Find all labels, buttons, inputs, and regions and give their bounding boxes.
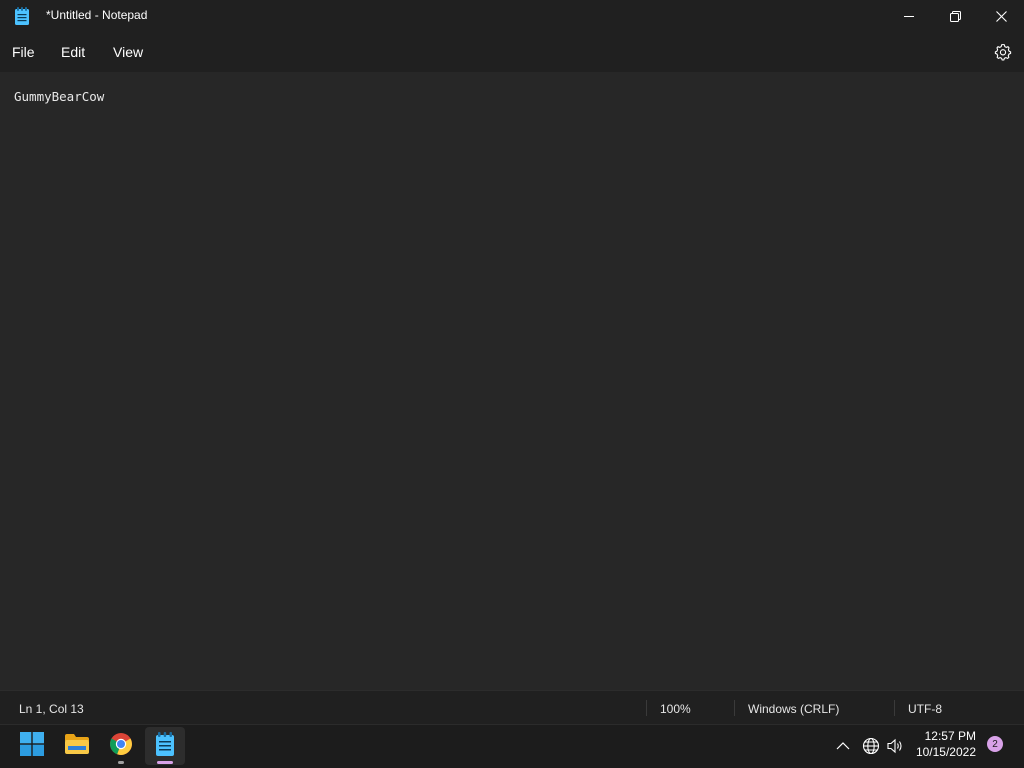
maximize-button[interactable] [932,0,978,32]
taskbar [0,724,1024,768]
gear-icon[interactable] [994,43,1012,61]
taskbar-chrome[interactable] [101,727,141,765]
running-indicator [118,761,124,764]
volume-icon[interactable] [886,737,904,755]
menu-edit[interactable]: Edit [61,44,85,60]
close-icon [995,10,1007,22]
encoding: UTF-8 [908,702,942,716]
window-title: *Untitled - Notepad [46,8,148,22]
clock-time[interactable]: 12:57 PM [920,729,976,743]
status-divider [894,700,895,716]
status-bar: Ln 1, Col 13 100% Windows (CRLF) UTF-8 [0,690,1024,724]
chrome-icon [109,732,133,761]
chevron-up-icon[interactable] [834,737,852,755]
notepad-icon [14,7,30,25]
start-button[interactable] [12,727,52,765]
cursor-position: Ln 1, Col 13 [19,702,84,716]
network-icon[interactable] [862,737,880,755]
windows-start-icon [20,731,44,761]
menu-bar: File Edit View [0,32,1024,72]
editor-text[interactable]: GummyBearCow [14,89,104,104]
close-button[interactable] [978,0,1024,32]
clock-date[interactable]: 10/15/2022 [912,745,976,759]
notepad-icon [155,731,175,761]
taskbar-notepad[interactable] [145,727,185,765]
taskbar-file-explorer[interactable] [57,727,97,765]
title-bar: *Untitled - Notepad [0,0,1024,32]
status-divider [646,700,647,716]
notification-badge[interactable]: 2 [987,736,1003,752]
menu-view[interactable]: View [113,44,143,60]
line-ending: Windows (CRLF) [748,702,840,716]
minimize-button[interactable] [886,0,932,32]
zoom-level: 100% [660,702,691,716]
status-divider [734,700,735,716]
restore-icon [949,10,961,22]
file-explorer-icon [64,733,90,760]
minimize-icon [904,11,914,21]
active-indicator [157,761,173,764]
menu-file[interactable]: File [12,44,35,60]
text-editor-area[interactable]: GummyBearCow [0,72,1024,690]
